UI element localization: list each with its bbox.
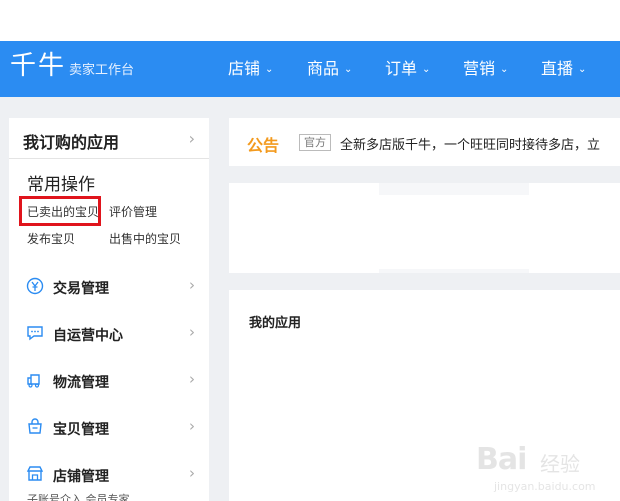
watermark-sub: 经验 — [540, 452, 580, 476]
chevron-right-icon[interactable]: › — [189, 129, 195, 148]
top-nav-bar: 千牛 卖家工作台 店铺 ⌄ 商品 ⌄ 订单 ⌄ 营销 ⌄ 直播 ⌄ — [0, 41, 620, 97]
bag-icon — [26, 418, 44, 436]
sidebar-item-label: 自运营中心 — [53, 328, 123, 344]
chevron-right-icon: › — [189, 464, 195, 482]
banner-panel — [229, 183, 620, 273]
watermark-text: Bai — [476, 442, 527, 477]
announcement-text[interactable]: 全新多店版千牛，一个旺旺同时接待多店，立 — [340, 134, 600, 153]
announcement-bar: 公告 官方 全新多店版千牛，一个旺旺同时接待多店，立 — [229, 118, 620, 166]
nav-label: 店铺 — [228, 59, 261, 78]
highlight-box — [19, 196, 101, 226]
sidebar-item-items[interactable]: 宝贝管理 › — [9, 414, 209, 444]
chevron-down-icon: ⌄ — [500, 64, 509, 75]
app-logo[interactable]: 千牛 — [10, 50, 66, 82]
nav-label: 订单 — [385, 59, 418, 78]
common-ops-title: 常用操作 — [27, 175, 95, 195]
chat-bubble-icon — [26, 324, 44, 342]
nav-item-marketing[interactable]: 营销 ⌄ — [463, 59, 508, 80]
chevron-down-icon: ⌄ — [265, 64, 274, 75]
quick-op-publish[interactable]: 发布宝贝 — [27, 232, 75, 246]
quick-op-on-sale[interactable]: 出售中的宝贝 — [109, 232, 181, 246]
chevron-down-icon: ⌄ — [578, 64, 587, 75]
nav-item-shop[interactable]: 店铺 ⌄ — [228, 59, 273, 80]
sidebar-item-store[interactable]: 店铺管理 › — [9, 461, 209, 491]
official-tag: 官方 — [299, 134, 331, 151]
subscribed-apps-header[interactable]: 我订购的应用 › — [9, 118, 209, 159]
truck-icon — [26, 371, 44, 389]
nav-label: 营销 — [463, 59, 496, 78]
sidebar-item-label: 店铺管理 — [53, 469, 109, 485]
sidebar-item-label: 物流管理 — [53, 375, 109, 391]
sidebar-item-label: 宝贝管理 — [53, 422, 109, 438]
nav-label: 商品 — [307, 59, 340, 78]
chevron-right-icon: › — [189, 370, 195, 388]
nav-item-live[interactable]: 直播 ⌄ — [541, 59, 586, 80]
sidebar-item-label: 交易管理 — [53, 281, 109, 297]
sidebar-sub-links[interactable]: 子账号介入 会员专家 — [27, 491, 130, 501]
nav-label: 直播 — [541, 59, 574, 78]
banner-placeholder — [379, 183, 529, 195]
watermark-url: jingyan.baidu.com — [494, 480, 596, 493]
baidu-watermark: Bai 经验 jingyan.baidu.com — [476, 430, 616, 498]
chevron-right-icon: › — [189, 276, 195, 294]
nav-item-products[interactable]: 商品 ⌄ — [307, 59, 352, 80]
quick-op-reviews[interactable]: 评价管理 — [109, 205, 157, 219]
sidebar: 我订购的应用 › 常用操作 已卖出的宝贝 评价管理 发布宝贝 出售中的宝贝 交易… — [9, 118, 209, 501]
chevron-right-icon: › — [189, 417, 195, 435]
subscribed-apps-title: 我订购的应用 — [23, 133, 120, 152]
sidebar-item-self-operation[interactable]: 自运营中心 › — [9, 320, 209, 350]
store-icon — [26, 465, 44, 483]
nav-item-orders[interactable]: 订单 ⌄ — [385, 59, 430, 80]
sidebar-item-trade[interactable]: 交易管理 › — [9, 273, 209, 303]
app-subtitle: 卖家工作台 — [69, 63, 135, 78]
my-apps-title: 我的应用 — [249, 316, 302, 331]
announcement-title: 公告 — [247, 136, 280, 155]
chevron-right-icon: › — [189, 323, 195, 341]
banner-placeholder — [379, 269, 529, 273]
chevron-down-icon: ⌄ — [344, 64, 353, 75]
chevron-down-icon: ⌄ — [422, 64, 431, 75]
yen-circle-icon — [26, 277, 44, 295]
sidebar-item-logistics[interactable]: 物流管理 › — [9, 367, 209, 397]
